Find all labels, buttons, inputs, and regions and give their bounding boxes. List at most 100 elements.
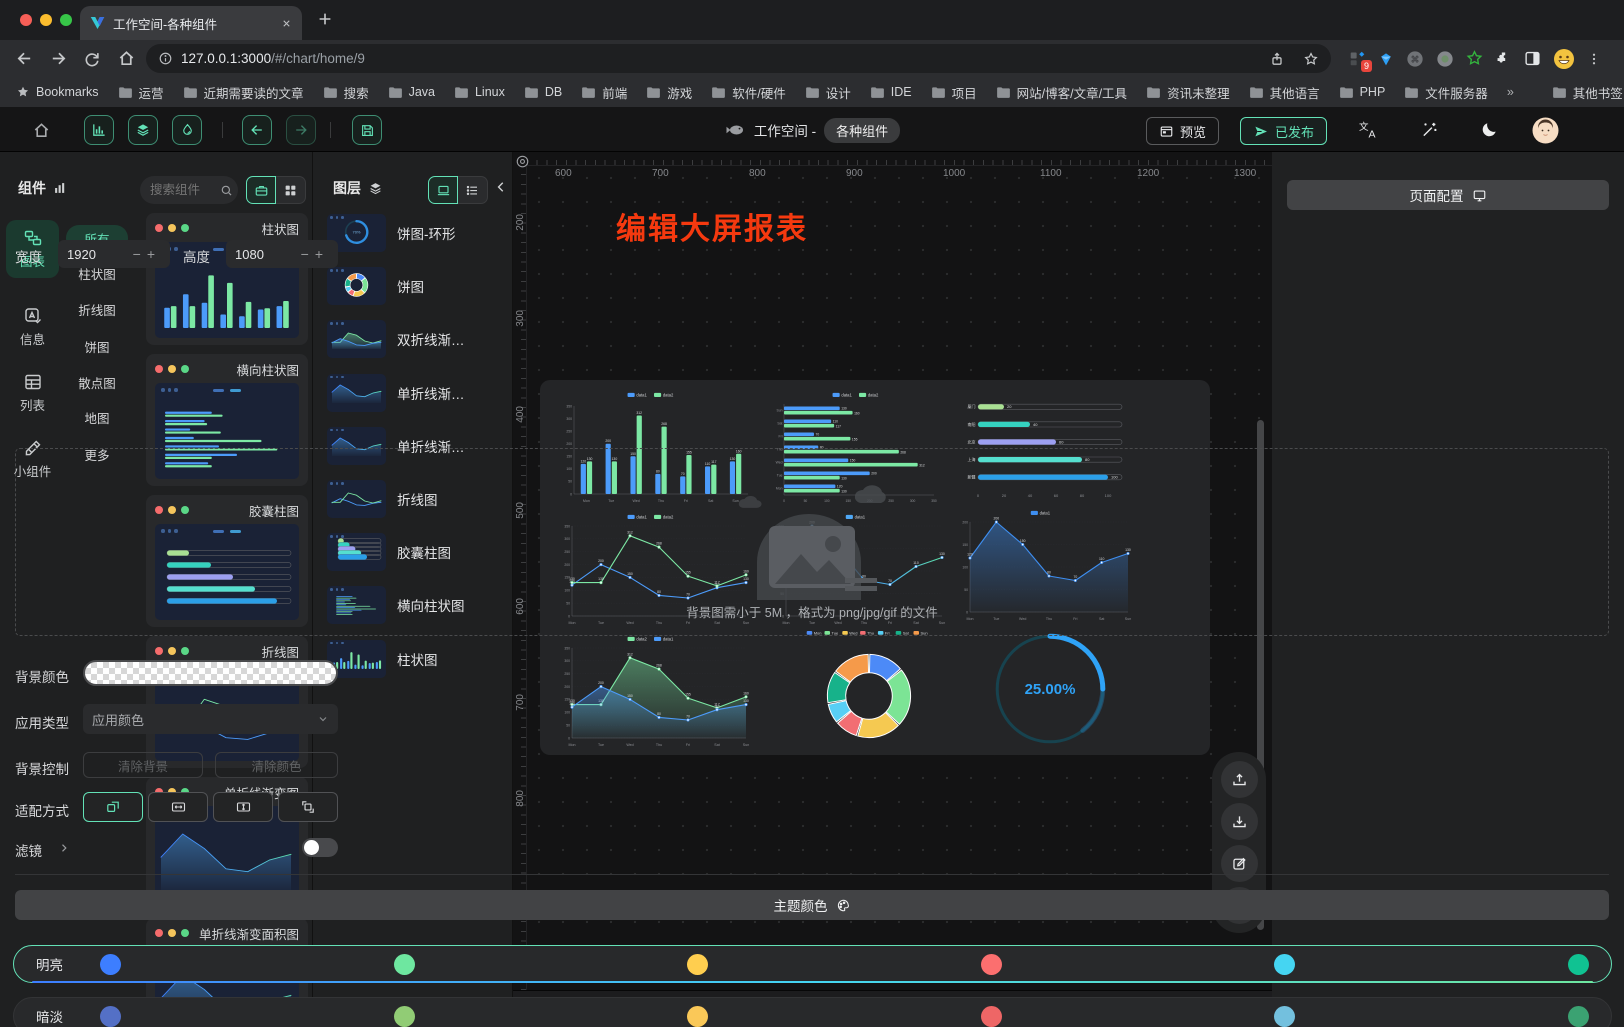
thumbnail-view-toggle[interactable] xyxy=(428,176,458,204)
fit-auto-button[interactable] xyxy=(83,792,143,822)
grid-view-toggle[interactable] xyxy=(276,176,306,204)
bookmark-item[interactable]: 前端 xyxy=(581,83,627,102)
home-icon[interactable] xyxy=(112,45,140,73)
category-6[interactable]: 地图 xyxy=(66,408,128,427)
window-minimize-button[interactable] xyxy=(40,14,52,26)
new-tab-button[interactable] xyxy=(316,10,334,28)
single-view-toggle[interactable] xyxy=(246,176,276,204)
layers-module-button[interactable] xyxy=(128,115,158,145)
layer-item[interactable]: 饼图 xyxy=(327,267,424,305)
pie-donut-chart-widget[interactable]: MonTueWedThuFriSatSun xyxy=(772,626,966,752)
reload-icon[interactable] xyxy=(78,45,106,73)
bookmark-item[interactable]: DB xyxy=(524,83,562,102)
redo-button[interactable] xyxy=(286,115,316,145)
component-card[interactable]: 柱状图 xyxy=(146,213,308,345)
chevron-right-icon[interactable] xyxy=(58,842,70,854)
browser-menu-icon[interactable] xyxy=(1587,51,1601,67)
user-avatar[interactable] xyxy=(1532,117,1559,144)
bookmark-item[interactable]: 网站/博客/文章/工具 xyxy=(996,83,1127,102)
bookmarks-root[interactable]: Bookmarks xyxy=(16,85,99,99)
save-button[interactable] xyxy=(352,115,382,145)
double-area-line-chart-widget[interactable]: data2data1050100150200250300350MonTueWed… xyxy=(554,632,754,750)
tab-split-icon[interactable] xyxy=(1524,50,1541,67)
bookmark-item[interactable]: PHP xyxy=(1339,83,1386,102)
bookmark-item[interactable]: 软件/硬件 xyxy=(711,83,785,102)
publish-button[interactable]: 已发布 xyxy=(1240,117,1327,145)
bookmark-item[interactable]: Linux xyxy=(454,83,505,102)
category-3[interactable]: 折线图 xyxy=(66,300,128,319)
background-upload-dropzone[interactable]: 背景图需小于 5M ，格式为 png/jpg/gif 的文件 xyxy=(15,448,1609,636)
extension-circle-icon[interactable] xyxy=(1436,50,1454,68)
window-zoom-button[interactable] xyxy=(60,14,72,26)
back-icon[interactable] xyxy=(10,45,38,73)
bookmark-item[interactable]: 运营 xyxy=(118,83,164,102)
extensions-puzzle-icon[interactable] xyxy=(1495,50,1512,67)
width-input[interactable]: 1920−+ xyxy=(58,240,170,268)
category-5[interactable]: 散点图 xyxy=(66,373,128,392)
eye-icon[interactable] xyxy=(515,154,530,169)
progress-ring-widget[interactable]: 25.00% xyxy=(964,620,1136,752)
layer-item[interactable]: 单折线渐… xyxy=(327,374,465,412)
profile-avatar-icon[interactable] xyxy=(1553,48,1575,70)
other-bookmarks[interactable]: 其他书签 xyxy=(1552,83,1623,102)
extension-blocks-icon[interactable]: 9 xyxy=(1349,50,1366,67)
bookmark-item[interactable]: Java xyxy=(388,83,435,102)
layer-item[interactable]: 70%饼图-环形 xyxy=(327,214,456,252)
share-icon[interactable] xyxy=(1269,51,1285,67)
download-button[interactable] xyxy=(1221,803,1258,840)
bookmark-star-icon[interactable] xyxy=(1303,51,1319,67)
edit-button[interactable] xyxy=(1221,845,1258,882)
bookmark-item[interactable]: 近期需要读的文章 xyxy=(183,83,304,102)
theme-row-2[interactable]: 暗淡 xyxy=(13,997,1612,1027)
tab-close-icon[interactable] xyxy=(281,18,292,29)
extension-star-icon[interactable] xyxy=(1466,50,1483,67)
extension-gem-icon[interactable] xyxy=(1378,51,1394,67)
layer-item[interactable]: 柱状图 xyxy=(327,640,438,678)
list-view-toggle[interactable] xyxy=(458,176,488,204)
layer-item[interactable]: 双折线渐… xyxy=(327,320,465,358)
component-card[interactable]: 折线图 xyxy=(146,636,308,768)
forward-icon[interactable] xyxy=(44,45,72,73)
collapse-panel-icon[interactable] xyxy=(494,180,508,194)
bookmarks-overflow[interactable]: » xyxy=(1507,85,1514,99)
dark-mode-moon-icon[interactable] xyxy=(1480,120,1499,139)
bookmark-item[interactable]: 游戏 xyxy=(646,83,692,102)
charts-module-button[interactable] xyxy=(84,115,114,145)
bookmark-item[interactable]: 文件服务器 xyxy=(1404,83,1488,102)
undo-button[interactable] xyxy=(242,115,272,145)
height-input[interactable]: 1080−+ xyxy=(226,240,338,268)
site-info-icon[interactable] xyxy=(158,51,173,66)
search-input[interactable] xyxy=(150,183,214,197)
preview-button[interactable]: 预览 xyxy=(1146,117,1219,145)
bookmark-item[interactable]: 项目 xyxy=(931,83,977,102)
magic-wand-icon[interactable] xyxy=(1420,120,1439,139)
category-4[interactable]: 饼图 xyxy=(66,337,128,356)
theme-colors-header[interactable]: 主题颜色 xyxy=(15,890,1609,920)
stepper-buttons[interactable]: −+ xyxy=(301,246,329,262)
filter-module-button[interactable] xyxy=(172,115,202,145)
language-icon[interactable]: 文A xyxy=(1358,120,1379,140)
sidebar-tab-2[interactable]: 信息 xyxy=(6,306,59,348)
app-type-select[interactable]: 应用颜色 xyxy=(83,704,338,734)
bookmark-item[interactable]: 设计 xyxy=(805,83,851,102)
fit-stretch-button[interactable] xyxy=(278,792,338,822)
bookmark-item[interactable]: IDE xyxy=(870,83,912,102)
window-close-button[interactable] xyxy=(20,14,32,26)
component-search[interactable] xyxy=(140,176,238,204)
canvas-text-widget[interactable]: 编辑大屏报表 xyxy=(616,204,808,248)
browser-tab[interactable]: 工作空间-各种组件 xyxy=(80,6,302,40)
clear-color-button[interactable]: 清除颜色 xyxy=(215,752,338,778)
sidebar-tab-3[interactable]: 列表 xyxy=(6,372,59,414)
bookmark-item[interactable]: 搜索 xyxy=(323,83,369,102)
background-color-swatch[interactable] xyxy=(83,660,338,686)
bookmark-item[interactable]: 其他语言 xyxy=(1249,83,1320,102)
upload-button[interactable] xyxy=(1221,761,1258,798)
fit-width-button[interactable] xyxy=(148,792,208,822)
url-field[interactable]: 127.0.0.1:3000/#/chart/home/9 xyxy=(146,44,1331,73)
page-config-header[interactable]: 页面配置 xyxy=(1287,180,1609,210)
fit-height-button[interactable] xyxy=(213,792,273,822)
app-home-icon[interactable] xyxy=(32,121,51,140)
workspace-name-badge[interactable]: 各种组件 xyxy=(824,118,900,143)
stepper-buttons[interactable]: −+ xyxy=(133,246,161,262)
clear-background-button[interactable]: 清除背景 xyxy=(83,752,203,778)
